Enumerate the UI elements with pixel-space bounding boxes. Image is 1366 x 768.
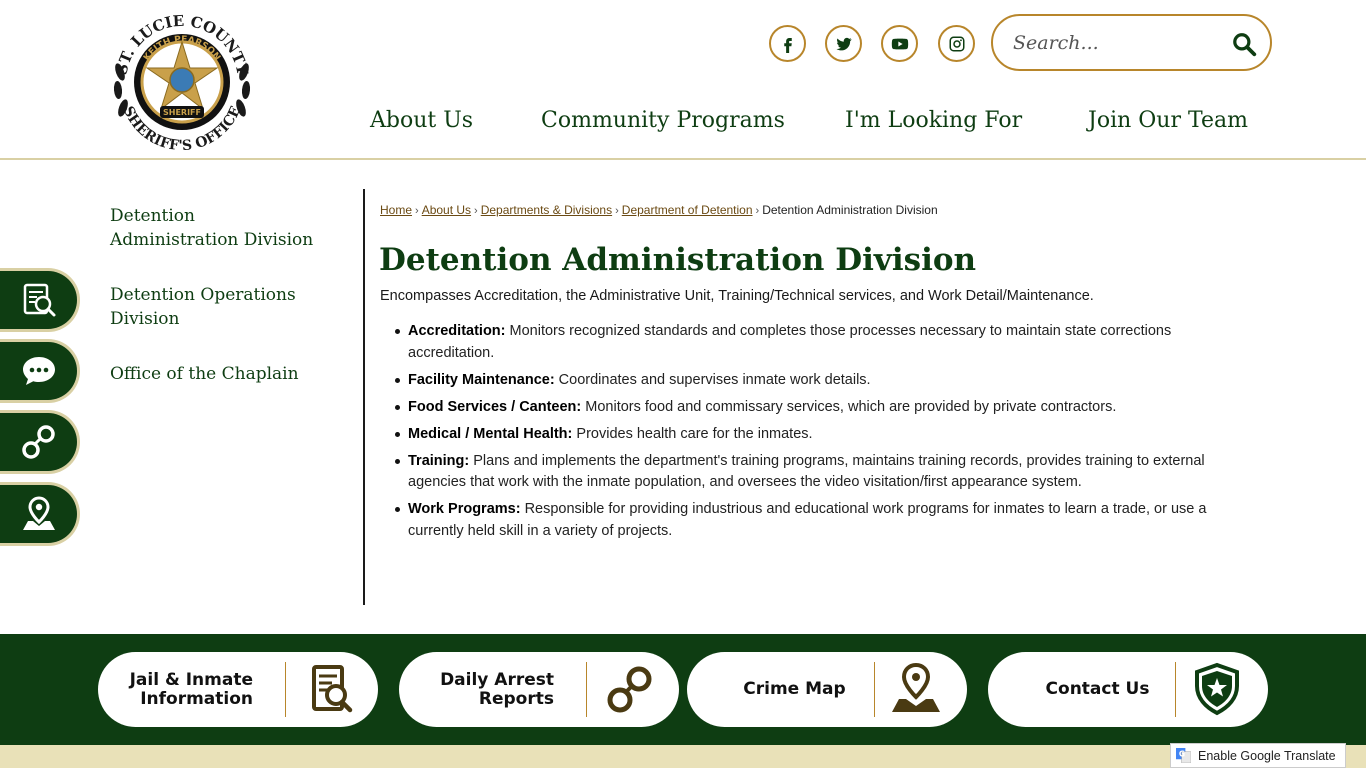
subnav-detention-operations[interactable]: Detention Operations Division bbox=[110, 283, 320, 331]
crime-map-label: Crime Map bbox=[727, 652, 862, 727]
map-pin-icon bbox=[22, 496, 55, 530]
content-divider bbox=[363, 189, 365, 605]
list-item: Accreditation: Monitors recognized stand… bbox=[395, 321, 1218, 364]
list-item: Food Services / Canteen: Monitors food a… bbox=[395, 397, 1218, 419]
list-item-text: Plans and implements the department's tr… bbox=[408, 452, 1205, 491]
instagram-icon bbox=[949, 36, 964, 51]
list-item: Training: Plans and implements the depar… bbox=[395, 451, 1218, 494]
svg-text:G: G bbox=[1179, 749, 1185, 758]
nav-about-us[interactable]: About Us bbox=[370, 108, 473, 133]
nav-im-looking-for[interactable]: I'm Looking For bbox=[845, 108, 1022, 133]
button-divider bbox=[285, 662, 286, 717]
breadcrumb-separator: › bbox=[755, 205, 760, 217]
inmate-info-icon bbox=[312, 665, 353, 713]
subnav-detention-administration[interactable]: Detention Administration Division bbox=[110, 204, 320, 252]
contact-us-button[interactable]: Contact Us bbox=[988, 652, 1268, 727]
google-translate-button[interactable]: G Enable Google Translate bbox=[1170, 743, 1346, 768]
page-title: Detention Administration Division bbox=[379, 242, 977, 278]
list-item-term: Training: bbox=[408, 452, 470, 469]
youtube-link[interactable] bbox=[881, 25, 918, 62]
list-item-term: Accreditation: bbox=[408, 323, 506, 339]
page-intro: Encompasses Accreditation, the Administr… bbox=[380, 288, 1094, 304]
quick-arrest-reports-button[interactable] bbox=[0, 410, 80, 474]
breadcrumb-department-of-detention[interactable]: Department of Detention bbox=[622, 203, 753, 217]
list-item-term: Medical / Mental Health: bbox=[408, 425, 573, 442]
list-item-text: Responsible for providing industrious an… bbox=[408, 501, 1207, 539]
bottom-strip bbox=[0, 745, 1366, 768]
list-item-term: Food Services / Canteen: bbox=[408, 398, 582, 415]
nav-community-programs[interactable]: Community Programs bbox=[541, 108, 785, 133]
list-item-term: Work Programs: bbox=[408, 501, 521, 517]
list-item: Medical / Mental Health: Provides health… bbox=[395, 424, 1218, 446]
chat-icon bbox=[22, 357, 55, 385]
quick-inmate-info-button[interactable] bbox=[0, 268, 80, 332]
breadcrumb-separator: › bbox=[474, 205, 478, 217]
button-label-line: Information bbox=[140, 688, 253, 709]
subnav-office-of-chaplain[interactable]: Office of the Chaplain bbox=[110, 362, 320, 386]
button-divider bbox=[586, 662, 587, 717]
breadcrumb: Home › About Us › Departments & Divisions › De… bbox=[380, 203, 938, 217]
jail-inmate-info-button[interactable]: Jail & Inmate Information bbox=[98, 652, 378, 727]
quick-crime-map-button[interactable] bbox=[0, 482, 80, 546]
google-translate-label: Enable Google Translate bbox=[1198, 748, 1336, 763]
list-item-text: Monitors recognized standards and comple… bbox=[408, 323, 1172, 361]
facebook-icon bbox=[783, 37, 792, 53]
inmate-info-icon bbox=[23, 283, 55, 317]
breadcrumb-about-us[interactable]: About Us bbox=[422, 203, 471, 217]
breadcrumb-separator: › bbox=[415, 205, 419, 217]
breadcrumb-home[interactable]: Home bbox=[380, 203, 412, 217]
twitter-link[interactable] bbox=[825, 25, 862, 62]
button-divider bbox=[874, 662, 875, 717]
search-icon[interactable] bbox=[1231, 31, 1257, 57]
breadcrumb-departments-divisions[interactable]: Departments & Divisions bbox=[481, 203, 612, 217]
nav-join-our-team[interactable]: Join Our Team bbox=[1088, 108, 1248, 133]
shield-star-icon bbox=[1195, 662, 1239, 716]
list-item-term: Facility Maintenance: bbox=[408, 371, 555, 388]
handcuffs-icon bbox=[21, 425, 55, 459]
list-item-text: Provides health care for the inmates. bbox=[572, 425, 813, 442]
crime-map-button[interactable]: Crime Map bbox=[687, 652, 967, 727]
button-label-line: Daily Arrest bbox=[440, 669, 554, 690]
list-item: Work Programs: Responsible for providing… bbox=[395, 499, 1218, 542]
quick-chat-button[interactable] bbox=[0, 339, 80, 403]
button-label-line: Reports bbox=[478, 688, 554, 709]
list-item-text: Coordinates and supervises inmate work d… bbox=[554, 371, 871, 388]
button-label-line: Jail & Inmate bbox=[129, 669, 253, 690]
search-input[interactable] bbox=[1013, 28, 1223, 58]
daily-arrest-reports-button[interactable]: Daily Arrest Reports bbox=[399, 652, 679, 727]
handcuffs-icon bbox=[607, 666, 652, 713]
google-translate-icon: G bbox=[1176, 748, 1191, 763]
search-box bbox=[991, 14, 1272, 71]
instagram-link[interactable] bbox=[938, 25, 975, 62]
map-pin-icon bbox=[892, 662, 940, 712]
breadcrumb-current: Detention Administration Division bbox=[762, 203, 938, 217]
sheriff-logo[interactable]: ST. LUCIE COUNTY SHERIFF'S OFFICE KEITH … bbox=[106, 6, 258, 158]
daily-arrest-reports-label: Daily Arrest Reports bbox=[419, 652, 554, 727]
facebook-link[interactable] bbox=[769, 25, 806, 62]
button-label-line: Contact Us bbox=[1045, 679, 1150, 699]
list-item: Facility Maintenance: Coordinates and su… bbox=[395, 370, 1218, 392]
breadcrumb-separator: › bbox=[615, 205, 619, 217]
division-list: Accreditation: Monitors recognized stand… bbox=[395, 321, 1218, 548]
list-item-text: Monitors food and commissary services, w… bbox=[581, 398, 1117, 415]
logo-badge-text: SHERIFF bbox=[163, 108, 201, 117]
youtube-icon bbox=[891, 38, 908, 49]
site-header: ST. LUCIE COUNTY SHERIFF'S OFFICE KEITH … bbox=[0, 0, 1366, 160]
button-label-line: Crime Map bbox=[743, 679, 846, 699]
contact-us-label: Contact Us bbox=[1030, 652, 1165, 727]
button-divider bbox=[1175, 662, 1176, 717]
twitter-icon bbox=[836, 37, 852, 50]
jail-inmate-info-label: Jail & Inmate Information bbox=[118, 652, 253, 727]
